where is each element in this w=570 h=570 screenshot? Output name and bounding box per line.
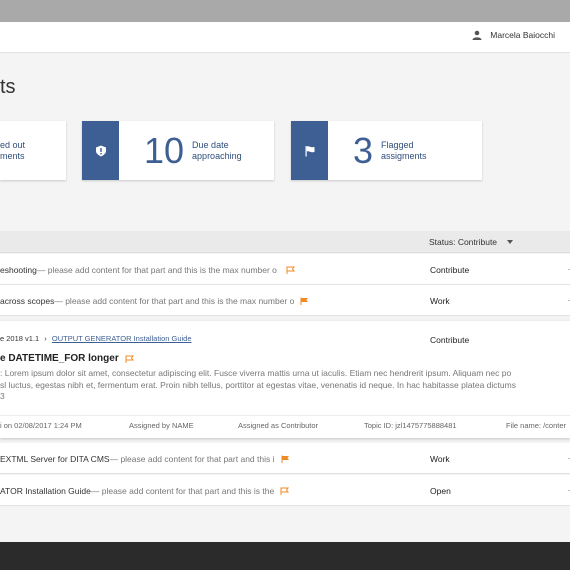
row-description: — please add content for that part and t… [54, 296, 295, 306]
user-icon [472, 30, 482, 40]
row-description: — please add content for that part and t… [109, 454, 275, 464]
status-filter-label: Status: Contribute [429, 237, 498, 247]
card-due-date[interactable]: 10 Due date approaching [82, 121, 274, 180]
user-menu[interactable]: Marcela Baiocchi [472, 30, 555, 40]
row-title: eshooting [0, 265, 37, 275]
flagged-label: Flagged assigments [381, 139, 427, 161]
breadcrumb: e 2018 v1.1 › OUTPUT GENERATOR Installat… [0, 334, 192, 343]
table-row[interactable]: EXTML Server for DITA CMS — please add c… [0, 443, 570, 474]
card-checked-out-label: ed out ments [0, 139, 26, 161]
alert-icon [82, 121, 119, 180]
meta-topic-id: Topic ID: jzl1475775888481 [364, 421, 457, 430]
footer [0, 542, 570, 570]
expanded-description: : Lorem ipsum dolor sit amet, consectetu… [0, 368, 570, 403]
flagged-count: 3 [353, 129, 374, 171]
row-title: across scopes [0, 296, 55, 306]
due-date-count: 10 [144, 129, 185, 171]
meta-assigned-by: Assigned by NAME [129, 421, 194, 430]
table-row[interactable]: across scopes — please add content for t… [0, 285, 570, 316]
flag-icon [291, 121, 328, 180]
breadcrumb-link[interactable]: OUTPUT GENERATOR Installation Guide [52, 334, 192, 343]
row-status: Work [430, 296, 450, 306]
row-title: EXTML Server for DITA CMS [0, 454, 110, 464]
flag-outline-icon[interactable] [125, 355, 134, 363]
row-title: ATOR Installation Guide [0, 486, 91, 496]
description-line: 3 [0, 391, 5, 401]
app-header: Marcela Baiocchi [0, 22, 570, 53]
table-row[interactable]: ATOR Installation Guide — please add con… [0, 475, 570, 506]
row-status: Contribute [430, 265, 470, 275]
row-status: Work [430, 454, 450, 464]
expanded-status: Contribute [430, 335, 470, 345]
breadcrumb-prefix: e 2018 v1.1 [0, 334, 40, 343]
description-line: : Lorem ipsum dolor sit amet, consectetu… [0, 368, 512, 378]
meta-date: i on 02/08/2017 1:24 PM [0, 421, 82, 430]
card-flagged[interactable]: 3 Flagged assigments [291, 121, 482, 180]
row-description: — please add content for that part and t… [90, 486, 275, 496]
user-name: Marcela Baiocchi [490, 30, 555, 40]
chevron-down-icon [507, 240, 514, 244]
due-date-label: Due date approaching [192, 139, 242, 161]
card-checked-out[interactable]: ed out ments [0, 121, 66, 180]
browser-strip [0, 0, 570, 22]
table-row[interactable]: eshooting — please add content for that … [0, 254, 570, 285]
flag-outline-icon[interactable] [280, 487, 290, 495]
flag-filled-icon[interactable] [300, 297, 309, 305]
expanded-title-row: e DATETIME_FOR longer [0, 353, 134, 364]
description-line: sl luctus, egestas nibh et, fermentum er… [0, 379, 516, 390]
row-description: — please add content for that part and t… [36, 265, 277, 275]
flag-filled-icon[interactable] [281, 455, 290, 463]
expanded-title[interactable]: e DATETIME_FOR longer [0, 353, 119, 364]
meta-file-name: File name: /conter [506, 421, 567, 430]
row-status: Open [430, 486, 451, 496]
breadcrumb-separator: › [44, 334, 47, 343]
expanded-meta: i on 02/08/2017 1:24 PM Assigned by NAME… [0, 415, 570, 435]
list-header: Status: Contribute [0, 231, 570, 253]
status-filter-dropdown[interactable]: Status: Contribute [429, 237, 514, 247]
meta-role: Assigned as Contributor [238, 421, 319, 430]
page-title: ts [0, 76, 16, 98]
flag-outline-icon[interactable] [286, 266, 295, 274]
